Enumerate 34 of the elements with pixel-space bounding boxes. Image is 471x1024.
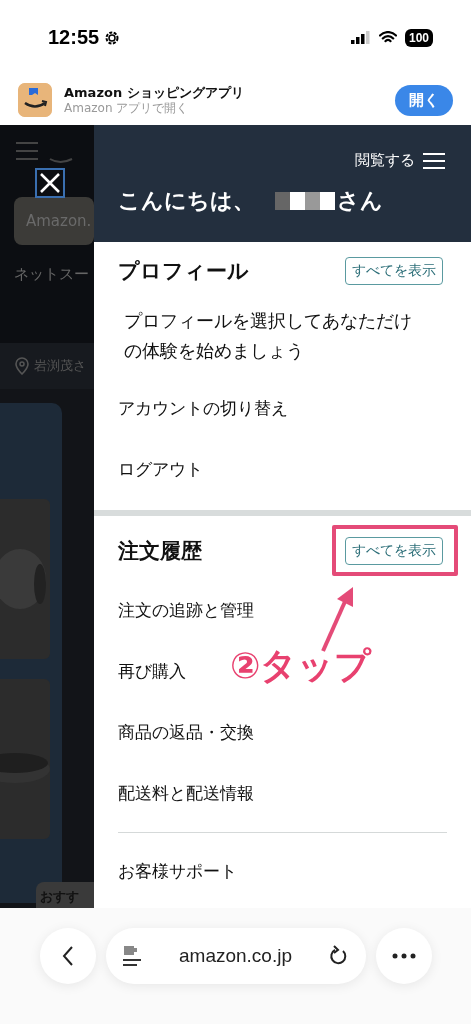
signal-icon [350,31,371,44]
more-icon [391,953,416,959]
menu-item[interactable]: 配送料と配送情報 [118,763,447,824]
annotation-label: ②タップ [230,644,372,688]
app-icon [18,83,52,117]
menu-item[interactable]: アカウントの切り替え [118,378,447,439]
menu-icon [423,151,445,170]
menu-item[interactable]: 注文の追跡と管理 [118,580,447,641]
location-pin-icon [14,357,30,375]
menu-item[interactable]: お客様サポート [118,841,447,902]
greeting-suffix: さん [337,187,383,215]
menu-icon [14,139,74,165]
view-all-button[interactable]: すべてを表示 [345,257,443,285]
section-title: プロフィール [118,258,249,285]
app-subtitle: Amazon アプリで開く [64,100,190,115]
app-title: Amazon ショッピングアプリ [64,85,245,101]
battery-indicator: 100 [404,28,433,47]
gear-icon [104,29,121,46]
menu-item[interactable]: 商品の返品・交換 [118,702,447,763]
view-all-button[interactable]: すべてを表示 [345,537,443,565]
close-button[interactable] [35,168,65,198]
menu-item[interactable]: ログアウト [118,439,447,500]
page-icon [121,944,142,968]
clock: 12:55 [48,26,100,49]
greeting: こんにちは、 [118,187,255,215]
open-button[interactable]: 開く [395,84,453,116]
address-bar[interactable]: amazon.co.jp [105,928,366,984]
back-icon [60,945,75,967]
section-title: 注文履歴 [118,538,202,565]
wifi-icon [378,31,397,44]
section-description: プロフィールを選択してあなただけの体験を始めましょう [124,309,413,363]
url-text: amazon.co.jp [179,945,292,967]
redacted-name-drawing [275,192,335,210]
browse-menu-button[interactable]: 閲覧する [355,151,445,170]
